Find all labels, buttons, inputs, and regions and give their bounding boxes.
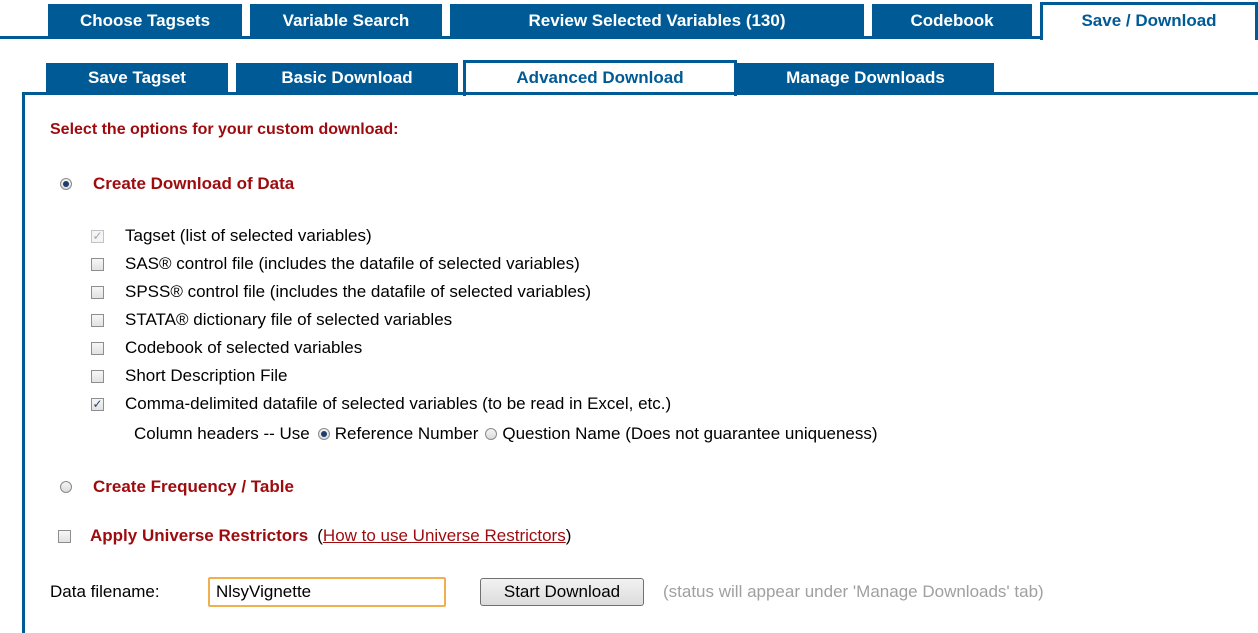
subtab-save-tagset[interactable]: Save Tagset — [46, 63, 228, 93]
tagset-label: Tagset (list of selected variables) — [125, 226, 372, 245]
download-status-text: (status will appear under 'Manage Downlo… — [663, 582, 1044, 601]
spss-label: SPSS® control file (includes the datafil… — [125, 282, 592, 301]
create-frequency-radio[interactable] — [60, 481, 72, 493]
download-status-note: (status will appear under 'Manage Downlo… — [663, 582, 1044, 602]
create-download-option[interactable]: Create Download of Data — [60, 174, 294, 194]
short-description-checkbox[interactable] — [91, 369, 104, 383]
data-filename-input[interactable] — [208, 577, 446, 607]
spss-checkbox[interactable] — [91, 285, 104, 299]
comma-delimited-label: Comma-delimited datafile of selected var… — [125, 394, 672, 413]
create-frequency-option[interactable]: Create Frequency / Table — [60, 477, 294, 497]
codebook-checkbox[interactable] — [91, 341, 104, 355]
option-spss[interactable]: SPSS® control file (includes the datafil… — [91, 282, 591, 302]
main-tab-bar: Choose Tagsets Variable Search Review Se… — [0, 0, 1258, 40]
universe-restrictors-label: Apply Universe Restrictors — [90, 526, 309, 545]
stata-label: STATA® dictionary file of selected varia… — [125, 310, 453, 329]
option-stata[interactable]: STATA® dictionary file of selected varia… — [91, 310, 452, 330]
universe-restrictors-option[interactable]: Apply Universe Restrictors ( How to use … — [58, 526, 571, 546]
stata-checkbox[interactable] — [91, 313, 104, 327]
reference-number-label[interactable]: Reference Number — [335, 424, 479, 444]
column-headers-row: Column headers -- Use Reference Number Q… — [134, 424, 878, 444]
filename-label: Data filename: — [50, 582, 160, 602]
option-tagset[interactable]: ✓ Tagset (list of selected variables) — [91, 226, 372, 246]
tab-codebook[interactable]: Codebook — [872, 4, 1032, 38]
option-comma-delimited[interactable]: ✓ Comma-delimited datafile of selected v… — [91, 394, 671, 414]
subtab-manage-downloads[interactable]: Manage Downloads — [737, 63, 994, 93]
question-name-radio[interactable] — [485, 428, 498, 440]
create-download-radio[interactable] — [60, 178, 72, 190]
tab-save-download[interactable]: Save / Download — [1040, 2, 1258, 40]
column-headers-label: Column headers -- Use — [134, 424, 310, 443]
sas-checkbox[interactable] — [91, 257, 104, 271]
download-subtab-bar: Save Tagset Basic Download Advanced Down… — [0, 60, 1258, 96]
universe-help-link[interactable]: How to use Universe Restrictors — [323, 526, 566, 546]
create-frequency-label: Create Frequency / Table — [93, 477, 294, 496]
reference-number-radio[interactable] — [317, 428, 330, 440]
option-short-description[interactable]: Short Description File — [91, 366, 288, 386]
tab-variable-search[interactable]: Variable Search — [250, 4, 442, 38]
option-sas[interactable]: SAS® control file (includes the datafile… — [91, 254, 580, 274]
comma-delimited-checkbox[interactable]: ✓ — [91, 397, 104, 411]
codebook-label: Codebook of selected variables — [125, 338, 363, 357]
start-download-button[interactable]: Start Download — [480, 578, 644, 606]
short-description-label: Short Description File — [125, 366, 288, 385]
option-codebook[interactable]: Codebook of selected variables — [91, 338, 362, 358]
tagset-checkbox: ✓ — [91, 228, 104, 243]
filename-label-text: Data filename: — [50, 582, 160, 601]
question-name-label[interactable]: Question Name (Does not guarantee unique… — [502, 424, 877, 444]
create-download-label: Create Download of Data — [93, 174, 295, 193]
tab-review-selected-variables[interactable]: Review Selected Variables (130) — [450, 4, 864, 38]
subtab-basic-download[interactable]: Basic Download — [236, 63, 458, 93]
sas-label: SAS® control file (includes the datafile… — [125, 254, 580, 273]
tab-choose-tagsets[interactable]: Choose Tagsets — [48, 4, 242, 38]
universe-restrictors-checkbox[interactable] — [58, 529, 71, 543]
options-heading: Select the options for your custom downl… — [50, 121, 399, 138]
subtab-advanced-download[interactable]: Advanced Download — [463, 60, 737, 96]
universe-paren-close: ) — [565, 526, 572, 545]
